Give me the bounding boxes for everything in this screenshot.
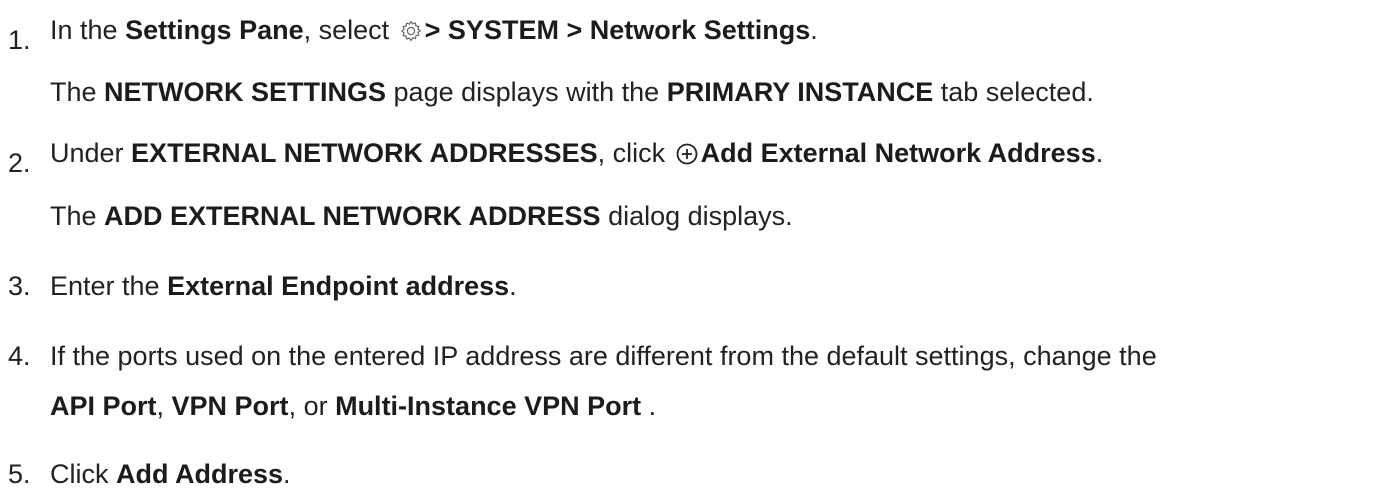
step-4-instruction-continued: API Port, VPN Port, or Multi-Instance VP… [50, 391, 657, 421]
settings-pane-label: Settings Pane [125, 15, 304, 45]
procedure-steps: 1. In the Settings Pane, select > SYSTEM… [0, 0, 1400, 498]
step-3-number: 3. [8, 271, 31, 301]
step-2-instruction: Under EXTERNAL NETWORK ADDRESSES, click … [50, 138, 1104, 168]
step-3-instruction: Enter the External Endpoint address. [50, 271, 517, 301]
step-4-instruction: If the ports used on the entered IP addr… [50, 341, 1157, 371]
system-network-settings-path: > SYSTEM > Network Settings [424, 15, 811, 45]
step-1-result: The NETWORK SETTINGS page displays with … [50, 77, 1094, 107]
step-4-number: 4. [8, 341, 31, 371]
step-5-number: 5. [8, 459, 31, 489]
step-5-instruction: Click Add Address. [50, 459, 291, 489]
step-1-number: 1. [8, 25, 31, 55]
step-1-instruction: In the Settings Pane, select > SYSTEM > … [50, 15, 818, 45]
step-2-result: The ADD EXTERNAL NETWORK ADDRESS dialog … [50, 201, 793, 231]
gear-icon [399, 19, 423, 43]
step-2-number: 2. [8, 148, 31, 178]
add-external-network-address-label: Add External Network Address [700, 138, 1096, 168]
add-circle-icon [675, 142, 699, 166]
